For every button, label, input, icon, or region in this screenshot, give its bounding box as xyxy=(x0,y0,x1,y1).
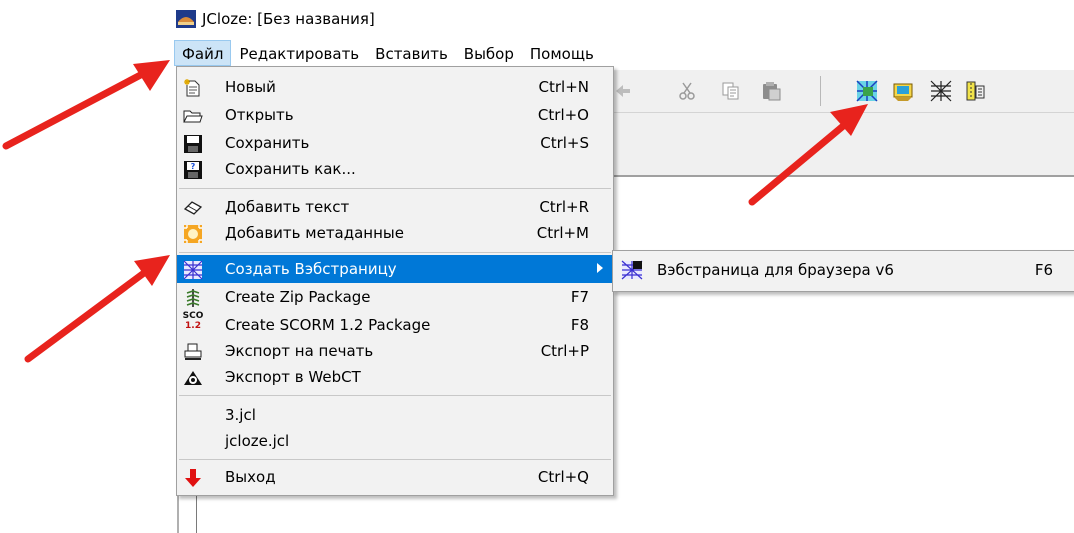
scorm-badge-icon: SCO 1.2 xyxy=(182,311,204,331)
red-arrow-icon xyxy=(2,60,170,150)
annotation-arrows xyxy=(2,60,868,363)
red-arrow-icon xyxy=(748,104,868,206)
red-arrow-icon xyxy=(24,255,170,363)
